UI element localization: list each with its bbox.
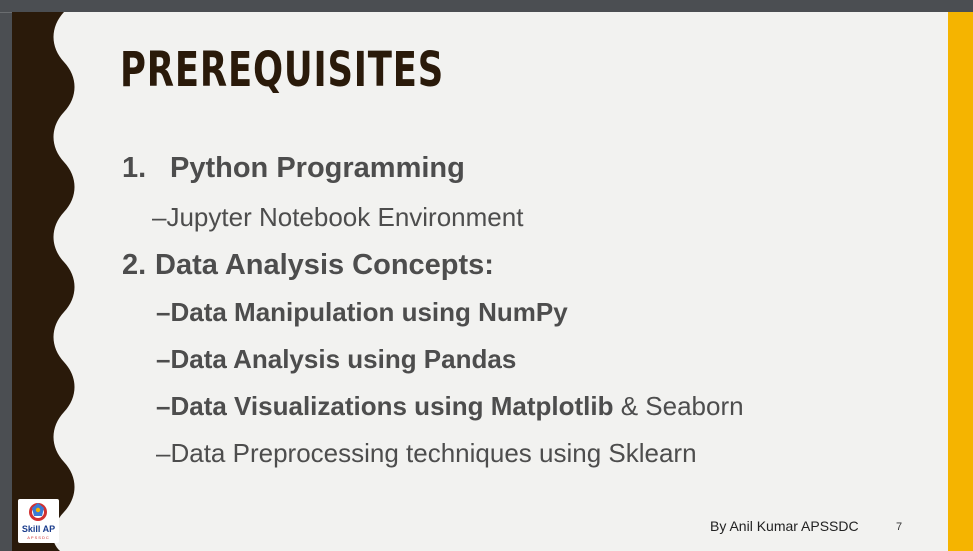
- list-item-text: Data Manipulation using NumPy: [170, 297, 568, 327]
- logo-emblem-icon: [29, 503, 47, 521]
- list-item-data-analysis-concepts: 2. Data Analysis Concepts:: [122, 249, 494, 282]
- list-item-visualizations: –Data Visualizations using Matplotlib & …: [156, 391, 744, 422]
- list-item-python-programming: 1. Python Programming: [122, 152, 465, 185]
- list-item-numpy: –Data Manipulation using NumPy: [156, 297, 568, 328]
- page-number: 7: [896, 521, 903, 533]
- slide: PREREQUISITES 1. Python Programming –Jupy…: [12, 12, 973, 551]
- logo-subtext: APSSDC: [27, 535, 50, 540]
- list-dash: –: [152, 202, 167, 232]
- logo-text: Skill AP: [21, 524, 56, 534]
- list-item-text: Data Analysis using Pandas: [170, 344, 517, 374]
- list-dash: –: [156, 438, 171, 468]
- list-dash: –: [156, 297, 171, 327]
- list-number: 1.: [122, 152, 147, 184]
- list-item-text-bold: Data Visualizations using Matplotlib: [170, 391, 614, 421]
- list-item-jupyter: –Jupyter Notebook Environment: [152, 202, 523, 233]
- list-item-text: Python Programming: [170, 152, 465, 184]
- list-item-text-rest: & Seaborn: [613, 391, 744, 421]
- list-dash: –: [156, 391, 171, 421]
- slide-title: PREREQUISITES: [120, 42, 445, 98]
- list-item-text: Jupyter Notebook Environment: [166, 202, 524, 232]
- right-accent-band: [948, 12, 973, 551]
- skill-ap-logo: Skill AP APSSDC: [18, 499, 59, 543]
- wavy-left-band: [12, 12, 75, 551]
- list-item-pandas: –Data Analysis using Pandas: [156, 344, 516, 375]
- list-number: 2.: [122, 249, 147, 281]
- list-item-text: Data Analysis Concepts:: [155, 249, 494, 281]
- list-item-preprocessing: –Data Preprocessing techniques using Skl…: [156, 438, 697, 469]
- footer-author: By Anil Kumar APSSDC: [710, 518, 859, 534]
- list-item-text: Data Preprocessing techniques using Skle…: [170, 438, 697, 468]
- list-dash: –: [156, 344, 171, 374]
